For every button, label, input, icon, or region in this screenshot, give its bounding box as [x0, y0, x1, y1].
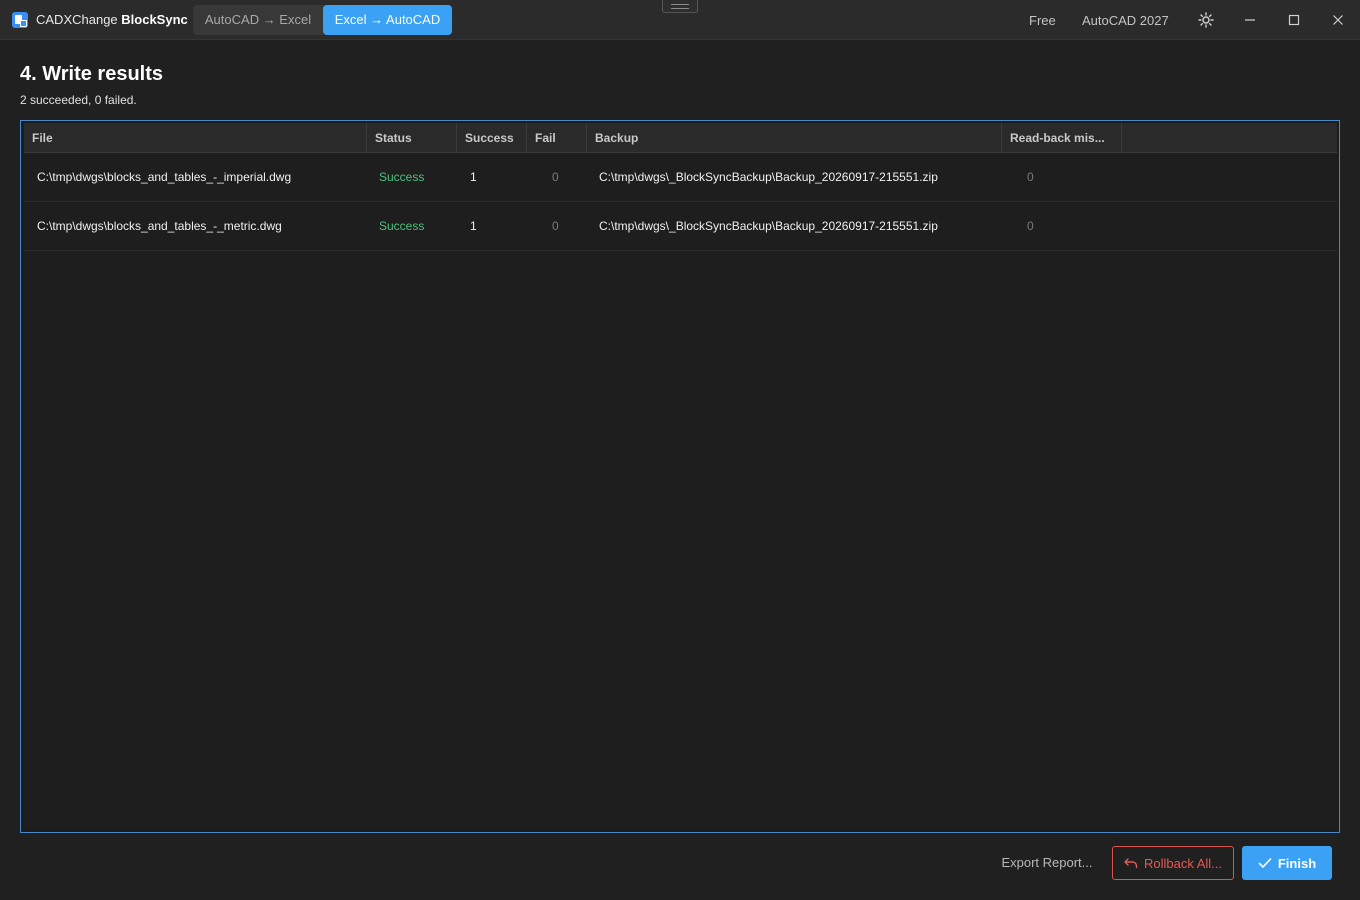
- check-icon: [1258, 857, 1272, 869]
- results-table-body: File Status Success Fail Backup Read-bac…: [24, 123, 1337, 829]
- cell-success-count: 1: [470, 170, 477, 184]
- close-icon[interactable]: [1326, 8, 1350, 32]
- results-table[interactable]: File Status Success Fail Backup Read-bac…: [20, 120, 1340, 833]
- title-bar: CADXChange BlockSync AutoCAD → Excel Exc…: [0, 0, 1360, 40]
- column-header-backup[interactable]: Backup: [587, 123, 1002, 153]
- app-brand-prefix: CADXChange: [36, 12, 118, 27]
- cell-status: Success: [379, 219, 425, 233]
- results-summary: 2 succeeded, 0 failed.: [20, 93, 137, 107]
- finish-label: Finish: [1277, 855, 1317, 871]
- cell-readback: 0: [1027, 170, 1034, 184]
- column-header-fail[interactable]: Fail: [527, 123, 587, 153]
- license-label[interactable]: Free: [1029, 13, 1056, 28]
- export-report-button[interactable]: Export Report...: [996, 846, 1098, 880]
- minimize-icon[interactable]: [1238, 8, 1262, 32]
- cell-fail-count: 0: [552, 219, 559, 233]
- app-title: CADXChange BlockSync: [36, 12, 188, 27]
- tab-excel-to-autocad[interactable]: Excel → AutoCAD: [323, 5, 452, 35]
- maximize-icon[interactable]: [1282, 8, 1306, 32]
- finish-button[interactable]: Finish: [1242, 846, 1332, 880]
- undo-icon: [1124, 857, 1138, 869]
- table-row[interactable]: C:\tmp\dwgs\blocks_and_tables_-_metric.d…: [24, 202, 1337, 251]
- cell-backup: C:\tmp\dwgs\_BlockSyncBackup\Backup_2026…: [599, 170, 938, 184]
- cell-backup: C:\tmp\dwgs\_BlockSyncBackup\Backup_2026…: [599, 219, 938, 233]
- app-brand-name: BlockSync: [121, 12, 188, 27]
- column-header-readback[interactable]: Read-back mis...: [1002, 123, 1122, 153]
- rollback-all-button[interactable]: Rollback All...: [1112, 846, 1234, 880]
- cell-success-count: 1: [470, 219, 477, 233]
- table-row[interactable]: C:\tmp\dwgs\blocks_and_tables_-_imperial…: [24, 153, 1337, 202]
- cell-file: C:\tmp\dwgs\blocks_and_tables_-_metric.d…: [37, 219, 282, 233]
- column-header-file[interactable]: File: [24, 123, 367, 153]
- table-header: File Status Success Fail Backup Read-bac…: [24, 123, 1337, 153]
- cell-status: Success: [379, 170, 425, 184]
- rollback-all-label: Rollback All...: [1143, 855, 1223, 871]
- mode-switcher: AutoCAD → Excel Excel → AutoCAD: [193, 5, 452, 35]
- column-header-status[interactable]: Status: [367, 123, 457, 153]
- cad-version-label[interactable]: AutoCAD 2027: [1082, 13, 1169, 28]
- tab-autocad-to-excel[interactable]: AutoCAD → Excel: [193, 5, 323, 35]
- cell-fail-count: 0: [552, 170, 559, 184]
- app-logo-icon: [12, 12, 28, 28]
- drag-handle[interactable]: [662, 0, 698, 13]
- cell-file: C:\tmp\dwgs\blocks_and_tables_-_imperial…: [37, 170, 292, 184]
- column-header-success[interactable]: Success: [457, 123, 527, 153]
- page-title: 4. Write results: [20, 63, 164, 85]
- sun-icon[interactable]: [1194, 8, 1218, 32]
- cell-readback: 0: [1027, 219, 1034, 233]
